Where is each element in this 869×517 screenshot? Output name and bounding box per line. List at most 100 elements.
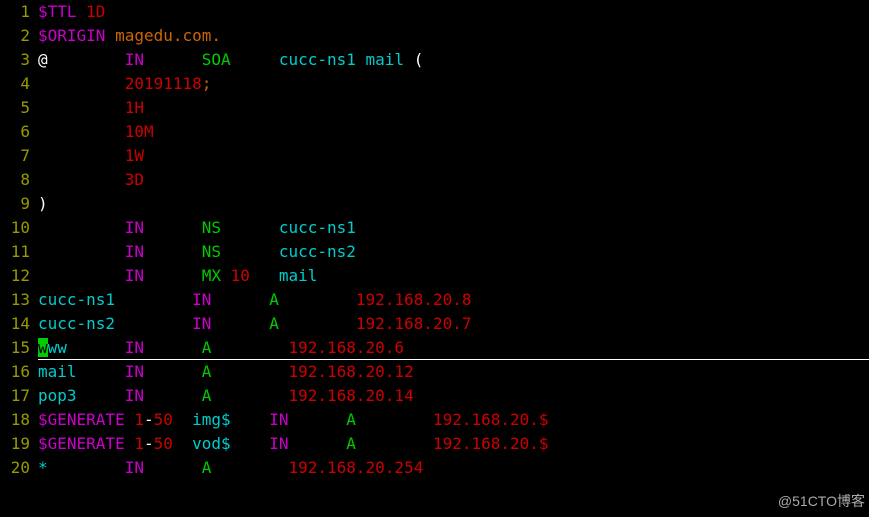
token: IN [125, 242, 202, 261]
line-content: IN MX 10 mail [38, 264, 869, 288]
token: IN [125, 266, 202, 285]
code-line: 12 IN MX 10 mail [0, 264, 869, 288]
token: A [269, 290, 356, 309]
line-number: 19 [0, 432, 38, 456]
token: 10 [231, 266, 279, 285]
code-line: 16mail IN A 192.168.20.12 [0, 360, 869, 384]
token: mail [279, 266, 318, 285]
token: ( [404, 50, 423, 69]
token: pop3 [38, 386, 125, 405]
line-content: ) [38, 192, 869, 216]
token: - [144, 410, 154, 429]
line-number: 6 [0, 120, 38, 144]
token: 1H [125, 98, 144, 117]
token: IN [269, 434, 346, 453]
token: A [202, 338, 289, 357]
line-content: $TTL 1D [38, 0, 869, 24]
code-line: 7 1W [0, 144, 869, 168]
token [38, 242, 125, 261]
token: ww [48, 338, 125, 357]
token: 192.168.20.$ [433, 434, 549, 453]
token: - [144, 434, 154, 453]
token: cucc-ns1 mail [279, 50, 404, 69]
token: IN [125, 50, 202, 69]
token: IN [125, 386, 202, 405]
token: vod$ [192, 434, 269, 453]
token: MX [202, 266, 231, 285]
line-number: 11 [0, 240, 38, 264]
line-number: 9 [0, 192, 38, 216]
token: IN [192, 290, 269, 309]
code-line: 13cucc-ns1 IN A 192.168.20.8 [0, 288, 869, 312]
token: 3D [125, 170, 144, 189]
token: 192.168.20.7 [356, 314, 472, 333]
code-line: 14cucc-ns2 IN A 192.168.20.7 [0, 312, 869, 336]
token [38, 218, 125, 237]
token: IN [192, 314, 269, 333]
line-content: $GENERATE 1-50 img$ IN A 192.168.20.$ [38, 408, 869, 432]
token: A [269, 314, 356, 333]
line-content: mail IN A 192.168.20.12 [38, 360, 869, 384]
token: 50 [154, 410, 193, 429]
code-line: 4 20191118; [0, 72, 869, 96]
token: 192.168.20.14 [288, 386, 413, 405]
line-number: 1 [0, 0, 38, 24]
line-number: 16 [0, 360, 38, 384]
line-content: 1H [38, 96, 869, 120]
token: 192.168.20.6 [288, 338, 404, 357]
line-number: 7 [0, 144, 38, 168]
token: 50 [154, 434, 193, 453]
line-content: cucc-ns2 IN A 192.168.20.7 [38, 312, 869, 336]
token: IN [125, 362, 202, 381]
line-number: 18 [0, 408, 38, 432]
token: IN [125, 458, 202, 477]
code-line: 15www IN A 192.168.20.6 [0, 336, 869, 360]
line-number: 5 [0, 96, 38, 120]
line-number: 17 [0, 384, 38, 408]
token: ; [202, 74, 212, 93]
token: $GENERATE [38, 434, 134, 453]
line-content: www IN A 192.168.20.6 [38, 336, 869, 360]
token: 192.168.20.254 [288, 458, 423, 477]
line-content: 20191118; [38, 72, 869, 96]
line-number: 14 [0, 312, 38, 336]
code-line: 9) [0, 192, 869, 216]
code-line: 3@ IN SOA cucc-ns1 mail ( [0, 48, 869, 72]
line-number: 15 [0, 336, 38, 360]
token: cucc-ns1 [38, 290, 192, 309]
cursor: w [38, 338, 48, 357]
line-content: $GENERATE 1-50 vod$ IN A 192.168.20.$ [38, 432, 869, 456]
code-line: 18$GENERATE 1-50 img$ IN A 192.168.20.$ [0, 408, 869, 432]
code-line: 2$ORIGIN magedu.com. [0, 24, 869, 48]
code-line: 19$GENERATE 1-50 vod$ IN A 192.168.20.$ [0, 432, 869, 456]
code-line: 6 10M [0, 120, 869, 144]
token: 192.168.20.12 [288, 362, 413, 381]
token: A [346, 434, 433, 453]
line-number: 8 [0, 168, 38, 192]
token: 192.168.20.$ [433, 410, 549, 429]
token: 1W [125, 146, 144, 165]
line-content: @ IN SOA cucc-ns1 mail ( [38, 48, 869, 72]
line-content: IN NS cucc-ns1 [38, 216, 869, 240]
token: NS [202, 242, 279, 261]
token: A [202, 458, 289, 477]
token: cucc-ns2 [38, 314, 192, 333]
code-line: 20* IN A 192.168.20.254 [0, 456, 869, 480]
code-line: 5 1H [0, 96, 869, 120]
line-content: 1W [38, 144, 869, 168]
token [38, 146, 125, 165]
line-content: * IN A 192.168.20.254 [38, 456, 869, 480]
token [38, 266, 125, 285]
token: IN [125, 218, 202, 237]
token: cucc-ns1 [279, 218, 356, 237]
line-number: 20 [0, 456, 38, 480]
token [38, 170, 125, 189]
token: $ORIGIN [38, 26, 115, 45]
token: ) [38, 194, 48, 213]
token: A [202, 362, 289, 381]
line-content: 10M [38, 120, 869, 144]
line-number: 12 [0, 264, 38, 288]
code-editor[interactable]: 1$TTL 1D2$ORIGIN magedu.com.3@ IN SOA cu… [0, 0, 869, 480]
line-content: IN NS cucc-ns2 [38, 240, 869, 264]
line-content: pop3 IN A 192.168.20.14 [38, 384, 869, 408]
